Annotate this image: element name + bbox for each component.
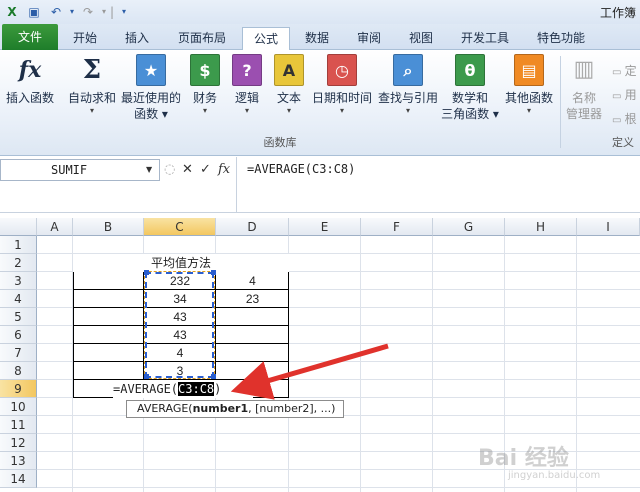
red-arrow-annotation: [230, 343, 389, 400]
watermark-url: jingyan.baidu.com: [508, 470, 601, 481]
arrow-line: [230, 343, 389, 400]
watermark-logo: Bai 经验: [478, 446, 569, 471]
